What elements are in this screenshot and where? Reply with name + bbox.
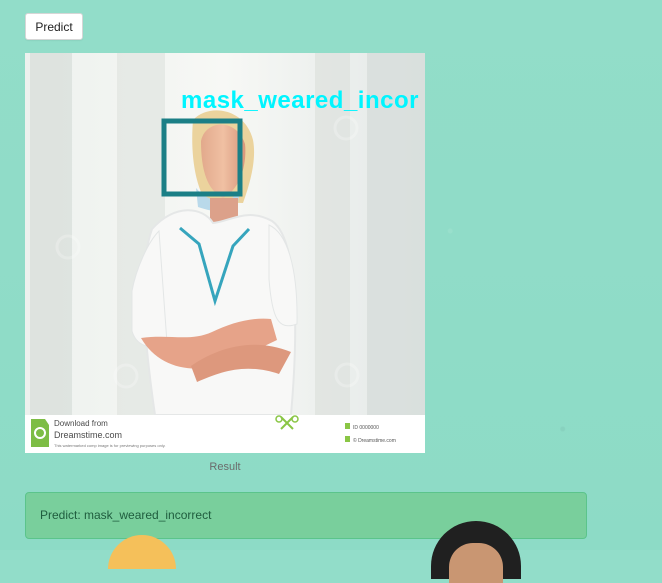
detection-label: mask_weared_incor (181, 87, 419, 114)
result-image-illustration: mask_weared_incor Download from Dreamsti… (25, 53, 425, 453)
result-image: mask_weared_incor Download from Dreamsti… (25, 53, 425, 453)
watermark-small-text: This watermarked comp image is for previ… (54, 443, 166, 448)
dreamstime-logo-icon (31, 419, 49, 447)
watermark-id-icon (345, 423, 350, 429)
background-column (30, 53, 72, 415)
predict-button[interactable]: Predict (25, 13, 83, 40)
watermark-id-text: ID 0000000 (353, 425, 379, 431)
watermark-download-text: Download from (54, 419, 108, 428)
watermark-site-text: Dreamstime.com (54, 430, 122, 440)
decorative-shape (108, 535, 176, 569)
watermark-copyright-text: © Dreamstime.com (353, 437, 396, 444)
watermark-copyright-icon (345, 436, 350, 442)
image-caption: Result (209, 461, 241, 473)
